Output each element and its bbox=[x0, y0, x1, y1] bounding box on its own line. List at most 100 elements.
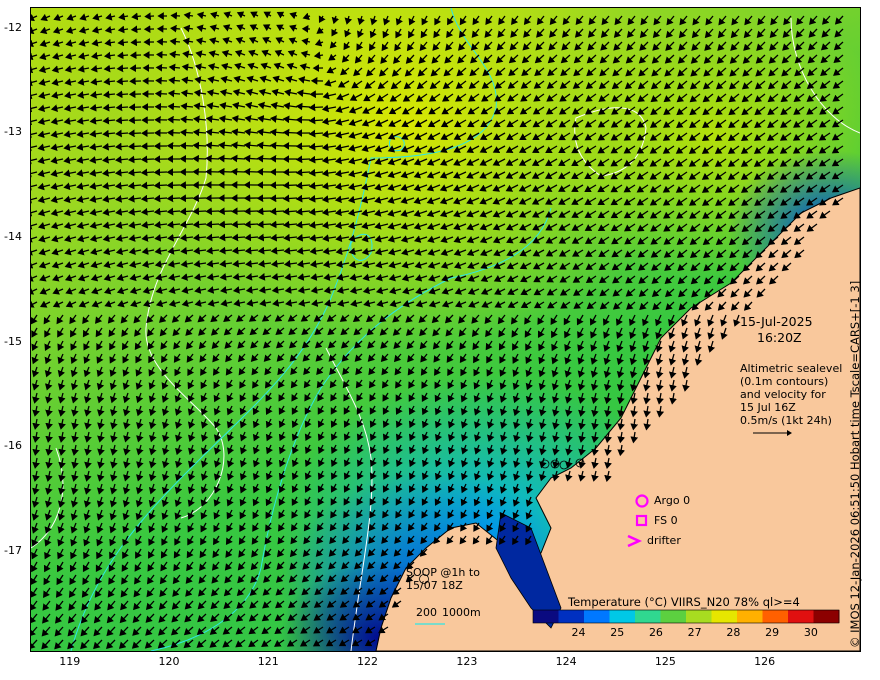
lon-tick-label: 124 bbox=[555, 655, 577, 668]
velocity-arrow bbox=[166, 194, 181, 203]
velocity-arrow bbox=[231, 233, 246, 242]
velocity-arrow bbox=[115, 103, 129, 112]
altimetry-text-4: 15 Jul 16Z bbox=[740, 401, 796, 414]
altimetry-text-1: Altimetric sealevel bbox=[740, 362, 843, 375]
colorbar bbox=[532, 609, 840, 624]
lon-tick-label: 123 bbox=[456, 655, 478, 668]
lon-tick-label: 121 bbox=[257, 655, 279, 668]
velocity-arrow bbox=[244, 233, 259, 242]
lon-tick-label: 119 bbox=[59, 655, 81, 668]
velocity-arrow bbox=[130, 25, 142, 34]
velocity-arrow bbox=[230, 154, 246, 163]
velocity-arrow bbox=[308, 116, 324, 125]
velocity-arrow bbox=[179, 128, 194, 137]
velocity-arrow bbox=[308, 103, 324, 112]
velocity-arrow bbox=[179, 207, 194, 216]
velocity-arrow bbox=[128, 129, 142, 138]
velocity-arrow bbox=[167, 115, 181, 124]
time-label: 16:20Z bbox=[757, 330, 802, 345]
soop-label-1: SOOP @1h to bbox=[406, 566, 480, 579]
colorbar-segment bbox=[737, 610, 763, 623]
velocity-arrow bbox=[295, 102, 311, 111]
colorbar-segment bbox=[660, 610, 687, 623]
velocity-arrow bbox=[153, 194, 168, 203]
velocity-arrow bbox=[144, 12, 155, 21]
velocity-arrow bbox=[116, 51, 129, 60]
lat-tick-label: -15 bbox=[4, 334, 22, 348]
altimetry-text-2: (0.1m contours) bbox=[740, 375, 829, 388]
velocity-arrow bbox=[295, 181, 311, 190]
velocity-arrow bbox=[257, 220, 272, 229]
velocity-arrow bbox=[282, 181, 298, 190]
colorbar-tick-label: 27 bbox=[687, 626, 702, 639]
velocity-arrow bbox=[127, 142, 142, 151]
date-label: 15-Jul-2025 bbox=[740, 314, 813, 329]
lat-tick-label: -12 bbox=[4, 20, 22, 34]
lat-tick-label: -16 bbox=[4, 439, 22, 453]
soop-label-2: 15/07 18Z bbox=[406, 579, 463, 592]
velocity-arrow bbox=[205, 220, 220, 229]
velocity-arrow bbox=[205, 154, 220, 163]
sst-map-canvas bbox=[31, 8, 860, 651]
velocity-arrow bbox=[153, 181, 168, 190]
velocity-arrow bbox=[243, 154, 259, 163]
lon-tick-label: 122 bbox=[357, 655, 379, 668]
velocity-arrow bbox=[115, 116, 129, 125]
velocity-arrow bbox=[130, 38, 142, 47]
colorbar-tick-label: 25 bbox=[610, 626, 625, 639]
altimetry-text-3: and velocity for bbox=[740, 388, 826, 401]
velocity-arrow bbox=[127, 155, 142, 164]
lat-tick-label: -13 bbox=[4, 125, 22, 139]
velocity-arrow bbox=[256, 154, 272, 163]
colorbar-segment bbox=[762, 610, 789, 623]
velocity-arrow bbox=[167, 89, 181, 98]
colorbar-segment bbox=[686, 610, 712, 623]
argo-label: Argo 0 bbox=[654, 494, 691, 507]
velocity-arrow bbox=[269, 207, 285, 216]
velocity-arrow bbox=[167, 102, 181, 111]
velocity-arrow bbox=[295, 168, 311, 177]
fs-label: FS 0 bbox=[654, 514, 678, 527]
colorbar-segment bbox=[711, 610, 738, 623]
velocity-arrow bbox=[218, 220, 233, 229]
colorbar-tick-label: 30 bbox=[803, 626, 818, 639]
velocity-arrow bbox=[282, 194, 298, 203]
velocity-arrow bbox=[115, 129, 129, 138]
lat-tick-label: -14 bbox=[4, 230, 22, 244]
colorbar-segment bbox=[533, 610, 559, 623]
velocity-arrow bbox=[170, 11, 181, 20]
velocity-arrow bbox=[170, 24, 181, 33]
velocity-arrow bbox=[192, 141, 207, 150]
velocity-arrow bbox=[192, 220, 207, 229]
credit-text: © IMOS 12-Jan-2026 06:51:50 Hobart time … bbox=[848, 280, 862, 648]
velocity-arrow bbox=[244, 220, 259, 229]
velocity-arrow bbox=[140, 155, 155, 164]
velocity-arrow bbox=[155, 76, 168, 85]
colorbar-tick-label: 29 bbox=[765, 626, 780, 639]
velocity-arrow bbox=[270, 220, 285, 229]
colorbar-segment bbox=[584, 610, 610, 623]
sst-map[interactable] bbox=[30, 7, 861, 652]
lon-tick-label: 126 bbox=[754, 655, 776, 668]
velocity-arrow bbox=[295, 155, 311, 164]
velocity-arrow bbox=[218, 233, 233, 242]
colorbar-segment bbox=[788, 610, 814, 623]
colorbar-segment bbox=[635, 610, 661, 623]
lon-tick-label: 125 bbox=[654, 655, 676, 668]
velocity-arrow bbox=[166, 207, 181, 216]
velocity-arrow bbox=[218, 154, 233, 163]
velocity-arrow bbox=[116, 64, 129, 73]
isobath-label-200: 200 bbox=[416, 606, 437, 619]
altimetry-text-5: 0.5m/s (1kt 24h) bbox=[740, 414, 832, 427]
velocity-arrow bbox=[256, 207, 272, 216]
colorbar-tick-label: 24 bbox=[571, 626, 586, 639]
isobath-label-1000: 1000m bbox=[442, 606, 481, 619]
velocity-arrow bbox=[231, 220, 246, 229]
colorbar-tick-label: 28 bbox=[726, 626, 741, 639]
velocity-arrow bbox=[140, 168, 155, 177]
velocity-arrow bbox=[116, 77, 129, 86]
colorbar-segment bbox=[558, 610, 585, 623]
velocity-arrow bbox=[115, 90, 129, 99]
colorbar-tick-label: 26 bbox=[648, 626, 663, 639]
colorbar-segment bbox=[609, 610, 636, 623]
